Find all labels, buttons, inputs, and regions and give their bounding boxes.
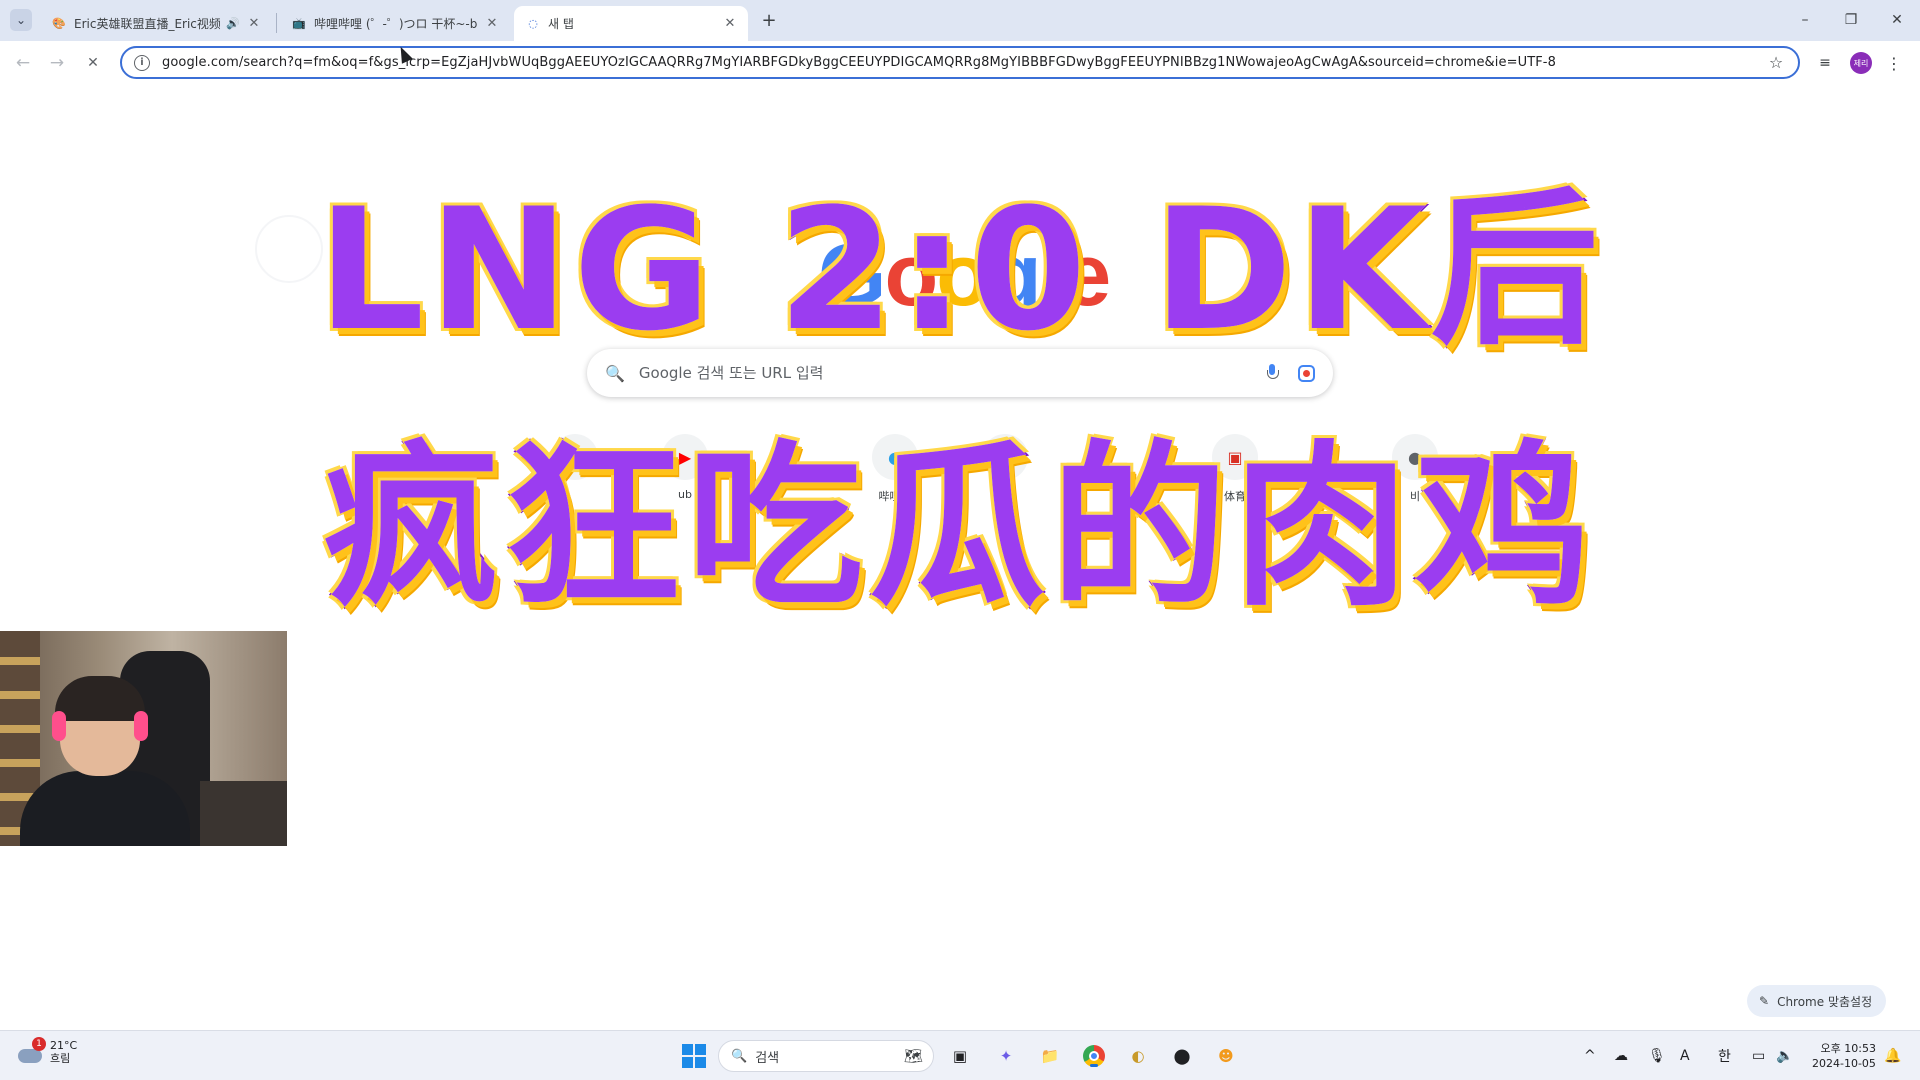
app-mascot-icon[interactable]: ☻	[1212, 1042, 1240, 1070]
stop-loading-button[interactable]: ✕	[80, 50, 106, 76]
new-tab-page: Google 🔍 ● ▶ ub ◐ 哔哩哔 G gle	[0, 84, 1920, 1030]
shortcut-label: ub	[678, 488, 692, 501]
forward-button[interactable]: →	[44, 50, 70, 76]
customize-chrome-button[interactable]: ✎ Chrome 맞춤설정	[1747, 985, 1887, 1017]
new-tab-button[interactable]: +	[758, 9, 780, 31]
taskbar-search-placeholder: 검색	[755, 1050, 780, 1066]
ghost-circle	[255, 215, 323, 283]
tab-close-icon[interactable]: ✕	[722, 16, 738, 31]
shortcut-label: 体育	[1224, 490, 1246, 503]
screen: ⌄ 🎨 Eric英雄联盟直播_Eric视频 🔊 ✕ 📺 哔哩哔哩 (゜-゜)つロ…	[0, 0, 1920, 1080]
shortcut-1[interactable]: ●	[530, 434, 620, 488]
tab-title: 哔哩哔哩 (゜-゜)つロ 干杯~-bili	[314, 17, 478, 31]
tv-icon: 📺	[292, 17, 306, 30]
font-icon[interactable]: A	[1680, 1046, 1690, 1066]
obs-icon[interactable]: ⬤	[1168, 1042, 1196, 1070]
onedrive-icon[interactable]: ☁	[1614, 1046, 1628, 1066]
address-bar[interactable]: i google.com/search?q=fm&oq=f&gs_lcrp=Eg…	[120, 46, 1800, 79]
notification-badge: 1	[32, 1037, 46, 1051]
headphone-left	[52, 711, 66, 741]
google-search-box[interactable]: 🔍	[587, 349, 1333, 397]
weather-widget[interactable]: 1 21°C 흐림	[18, 1037, 77, 1065]
file-explorer-icon[interactable]: 📁	[1036, 1042, 1064, 1070]
windows-logo-icon	[682, 1044, 706, 1068]
active-indicator	[1090, 1064, 1098, 1067]
shortcut-label: gle	[996, 488, 1014, 501]
google-icon: G	[982, 434, 1028, 480]
start-button[interactable]	[680, 1042, 708, 1070]
shortcut-icon: ●	[1392, 434, 1438, 480]
customize-chrome-label: Chrome 맞춤설정	[1777, 994, 1873, 1009]
ime-indicator[interactable]: 한	[1718, 1046, 1731, 1066]
headphone-right	[134, 711, 148, 741]
back-button[interactable]: ←	[10, 50, 36, 76]
shortcut-bilibili[interactable]: ◐ 哔哩哔	[850, 434, 940, 504]
bookmark-star-icon[interactable]: ☆	[1764, 53, 1788, 72]
system-clock[interactable]: 오후 10:53 2024-10-05	[1812, 1041, 1876, 1071]
tab-strip: ⌄ 🎨 Eric英雄联盟直播_Eric视频 🔊 ✕ 📺 哔哩哔哩 (゜-゜)つロ…	[0, 0, 1920, 41]
tab-close-icon[interactable]: ✕	[484, 16, 500, 31]
clock-date: 2024-10-05	[1812, 1057, 1876, 1070]
shortcut-google[interactable]: G gle	[960, 434, 1050, 501]
shortcut-grid: ● ▶ ub ◐ 哔哩哔 G gle ▣ 体育 ● 비	[470, 434, 1470, 524]
weather-text: 21°C 흐림	[50, 1039, 77, 1065]
youtube-icon: ▶	[662, 434, 708, 480]
pencil-icon: ✎	[1759, 994, 1770, 1008]
volume-icon[interactable]: 🔈	[1776, 1046, 1793, 1066]
league-client-icon[interactable]: ◐	[1124, 1042, 1152, 1070]
restore-button[interactable]: ❐	[1836, 8, 1866, 32]
menu-kebab-icon[interactable]: ⋮	[1884, 51, 1904, 75]
google-lens-icon[interactable]	[1298, 364, 1315, 382]
shortcut-label: 비	[1409, 490, 1421, 503]
tab-new-tab[interactable]: ◌ 새 탭 ✕	[514, 6, 748, 41]
shortcut-youtube[interactable]: ▶ ub	[640, 434, 730, 501]
notification-bell-icon[interactable]: 🔔	[1884, 1046, 1901, 1066]
shortcut-label: 哔哩哔	[878, 490, 912, 503]
close-window-button[interactable]: ✕	[1882, 8, 1912, 32]
site-info-icon[interactable]: i	[134, 54, 150, 71]
sports-icon: ▣	[1212, 434, 1258, 480]
profile-button[interactable]: 제리	[1848, 51, 1874, 75]
webcam-feed	[0, 631, 287, 846]
bilibili-icon: ◐	[872, 434, 918, 480]
minimize-button[interactable]: –	[1790, 8, 1820, 32]
shortcut-sports[interactable]: ▣ 体育	[1190, 434, 1280, 504]
avatar: 제리	[1850, 52, 1872, 74]
speaker-icon[interactable]: 🔊	[226, 17, 240, 30]
google-logo: Google	[818, 225, 1111, 324]
webcam-person-body	[20, 771, 190, 846]
taskbar-search[interactable]: 🔍 검색 🗺	[718, 1040, 934, 1072]
microphone-icon[interactable]: 🎙	[1648, 1046, 1666, 1066]
tab-search-button[interactable]: ⌄	[10, 9, 32, 31]
tab-separator	[276, 13, 277, 33]
weather-condition: 흐림	[50, 1052, 71, 1065]
task-view-icon[interactable]: ▣	[946, 1042, 974, 1070]
chrome-icon[interactable]	[1080, 1042, 1108, 1070]
media-control-icon[interactable]: ≡	[1812, 51, 1838, 75]
tray-chevron-icon[interactable]: ^	[1584, 1046, 1596, 1066]
shortcut-icon: ●	[552, 434, 598, 480]
tab-eric-stream[interactable]: 🎨 Eric英雄联盟直播_Eric视频 🔊 ✕	[40, 6, 272, 41]
tab-bilibili[interactable]: 📺 哔哩哔哩 (゜-゜)つロ 干杯~-bili ✕	[280, 6, 510, 41]
cloud-icon: 1	[18, 1037, 46, 1063]
palette-icon: 🎨	[52, 17, 66, 30]
microphone-icon[interactable]	[1266, 364, 1279, 382]
search-input[interactable]	[638, 364, 1266, 382]
shortcut-6[interactable]: ● 비	[1370, 434, 1460, 504]
tab-close-icon[interactable]: ✕	[246, 16, 262, 31]
loading-spinner-icon: ◌	[528, 17, 538, 30]
copilot-icon[interactable]: ✦	[992, 1042, 1020, 1070]
search-icon: 🔍	[605, 363, 625, 383]
display-icon[interactable]: ▭	[1752, 1046, 1765, 1066]
search-icon: 🔍	[731, 1048, 748, 1064]
browser-toolbar: ← → ✕ i google.com/search?q=fm&oq=f&gs_l…	[0, 41, 1920, 84]
tab-title: 새 탭	[548, 17, 574, 31]
webcam-desk	[200, 781, 287, 846]
clock-time: 오후 10:53	[1820, 1042, 1876, 1055]
windows-taskbar: 1 21°C 흐림 🔍 검색 🗺 ▣ ✦ 📁 ◐ ⬤ ☻ ^ ☁ 🎙 A 한 ▭…	[0, 1030, 1920, 1080]
tab-title: Eric英雄联盟直播_Eric视频	[74, 17, 221, 31]
search-highlight-icon: 🗺	[903, 1047, 923, 1065]
weather-temp: 21°C	[50, 1039, 78, 1052]
